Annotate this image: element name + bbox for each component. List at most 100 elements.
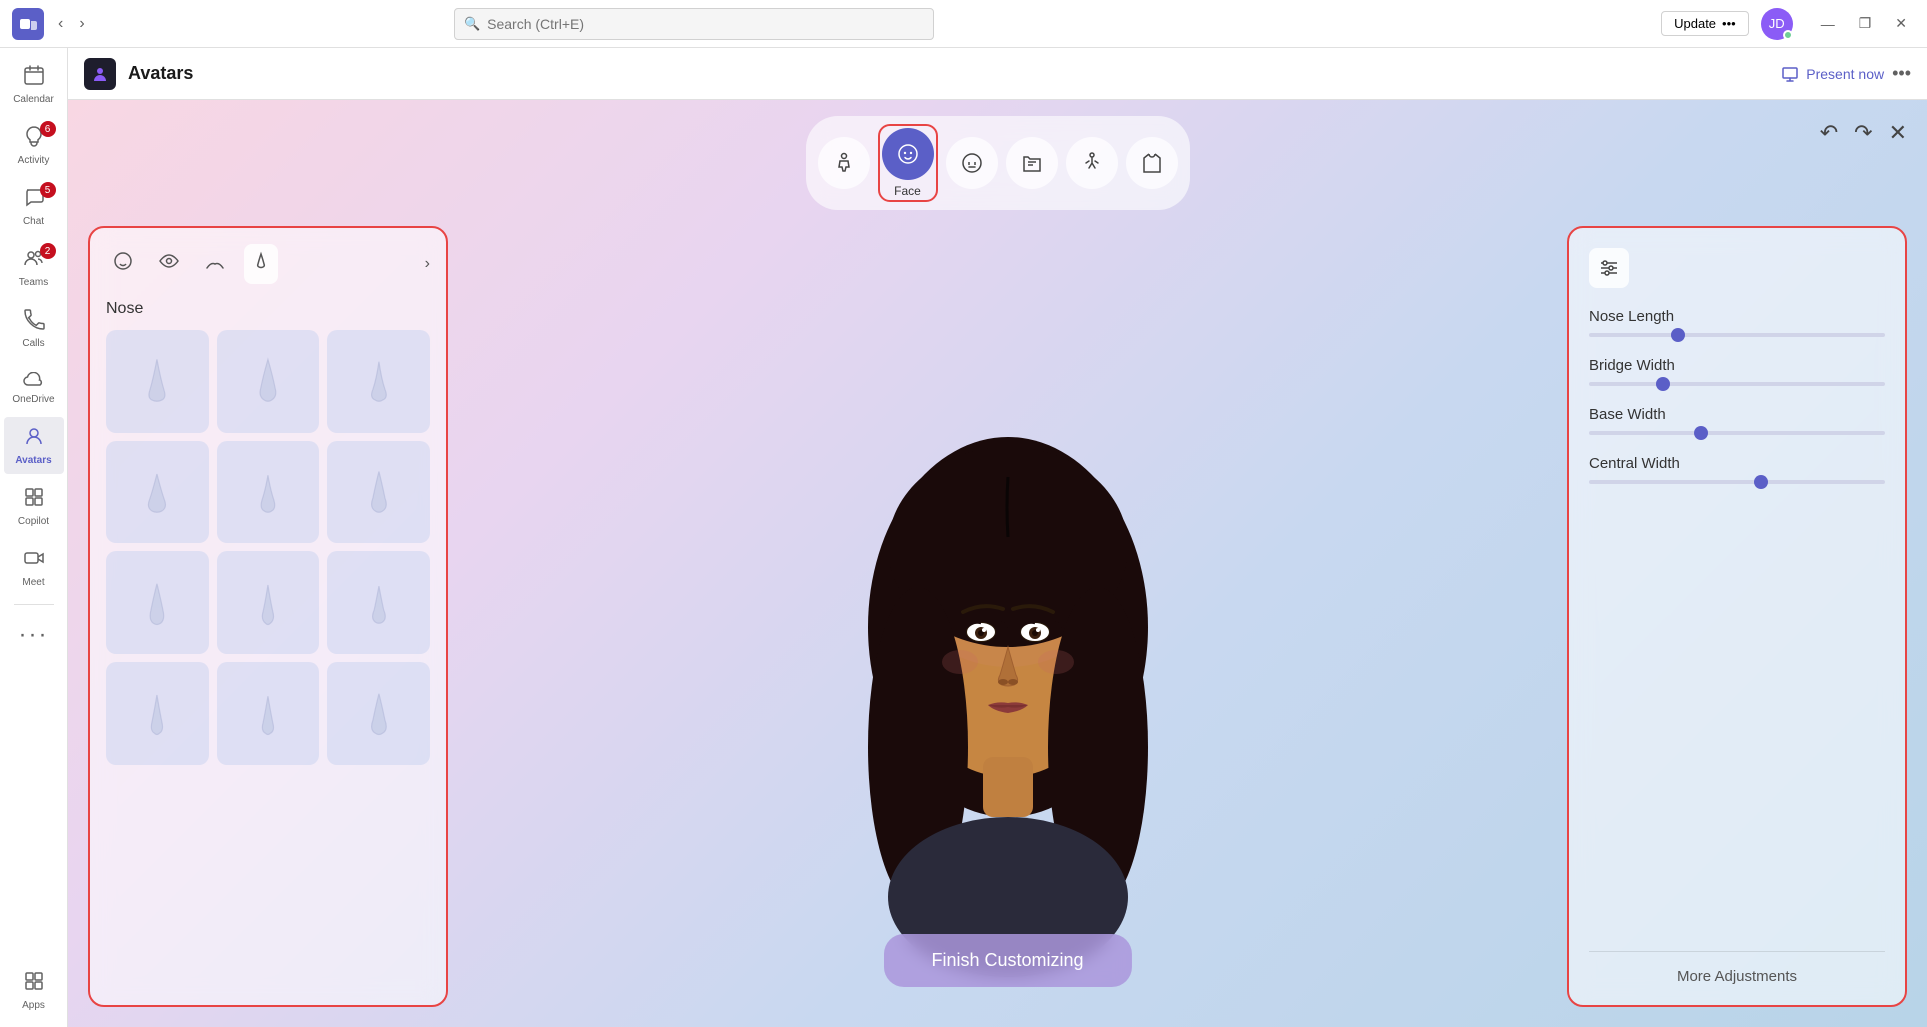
minimize-button[interactable]: — [1813,11,1843,36]
central-width-track[interactable] [1589,480,1885,484]
back-button[interactable]: ‹ [52,11,69,37]
maximize-button[interactable]: ❐ [1851,11,1880,36]
user-avatar: JD [1761,8,1793,40]
tab-eyebrows[interactable] [198,247,232,282]
sidebar-item-calendar[interactable]: Calendar [4,56,64,113]
avatar-editor: Face [68,100,1927,1027]
apps-label: Apps [22,1000,45,1011]
nose-option-2[interactable] [217,330,320,433]
meet-icon [23,547,45,575]
sidebar-item-activity[interactable]: 6 Activity [4,117,64,174]
sidebar-item-teams[interactable]: 2 Teams [4,239,64,296]
nose-option-11[interactable] [217,662,320,765]
sidebar-divider [14,604,54,605]
category-face-button[interactable] [882,128,934,180]
base-width-section: Base Width [1589,406,1885,435]
app-body: Calendar 6 Activity 5 Chat 2 [0,48,1927,1027]
nose-option-9[interactable] [327,551,430,654]
more-adjustments-button[interactable]: More Adjustments [1589,951,1885,985]
search-icon: 🔍 [464,16,480,32]
tab-face-shape[interactable] [106,244,140,284]
nose-length-track[interactable] [1589,333,1885,337]
sidebar-item-avatars[interactable]: Avatars [4,417,64,474]
nose-option-3[interactable] [327,330,430,433]
base-width-label: Base Width [1589,406,1885,423]
nose-option-1[interactable] [106,330,209,433]
nose-option-8[interactable] [217,551,320,654]
nav-arrows: ‹ › [52,11,91,37]
bridge-width-thumb[interactable] [1656,377,1670,391]
central-width-section: Central Width [1589,455,1885,484]
bridge-width-label: Bridge Width [1589,357,1885,374]
nose-option-6[interactable] [327,441,430,544]
nose-length-label: Nose Length [1589,308,1885,325]
undo-button[interactable]: ↶ [1820,120,1838,146]
sidebar-item-chat[interactable]: 5 Chat [4,178,64,235]
chat-label: Chat [23,216,44,227]
activity-badge: 6 [40,121,56,137]
category-pose-button[interactable] [1066,137,1118,189]
header-more-button[interactable]: ••• [1892,63,1911,84]
present-now-button[interactable]: Present now [1782,66,1884,82]
base-width-track[interactable] [1589,431,1885,435]
apps-icon [23,970,45,998]
present-now-label: Present now [1806,66,1884,82]
finish-customizing-button[interactable]: Finish Customizing [883,934,1131,987]
center-area: Finish Customizing [464,226,1551,1007]
sidebar-item-calls[interactable]: Calls [4,300,64,357]
tab-nose[interactable] [244,244,278,284]
editor-close-button[interactable]: ✕ [1889,120,1907,146]
app-header-title: Avatars [128,63,193,84]
category-container: Face [806,116,1190,210]
more-icon: ··· [19,621,49,649]
nose-option-4[interactable] [106,441,209,544]
category-body-button[interactable] [818,137,870,189]
central-width-label: Central Width [1589,455,1885,472]
sidebar-item-copilot[interactable]: Copilot [4,478,64,535]
face-category-active-wrap: Face [878,124,938,202]
chat-badge: 5 [40,182,56,198]
sidebar-item-more[interactable]: ··· [4,613,64,657]
copilot-icon [23,486,45,514]
bridge-width-track[interactable] [1589,382,1885,386]
finish-customizing-label: Finish Customizing [931,950,1083,970]
teams-logo-icon [12,8,44,40]
meet-label: Meet [22,577,44,588]
nose-option-5[interactable] [217,441,320,544]
update-dots: ••• [1722,16,1736,31]
close-button[interactable]: ✕ [1887,11,1915,36]
sidebar-item-apps[interactable]: Apps [4,962,64,1019]
nose-grid [106,330,430,765]
category-outfit-button[interactable] [1126,137,1178,189]
category-style-button[interactable] [1006,137,1058,189]
category-expression-button[interactable] [946,137,998,189]
calls-label: Calls [22,338,44,349]
search-bar: 🔍 [454,8,934,40]
online-indicator [1783,30,1793,40]
teams-label: Teams [19,277,48,288]
category-bar: Face [68,100,1927,226]
avatars-icon [23,425,45,453]
redo-button[interactable]: ↷ [1854,120,1872,146]
nose-option-12[interactable] [327,662,430,765]
forward-button[interactable]: › [73,11,90,37]
update-label: Update [1674,16,1716,31]
tab-next[interactable]: › [425,255,430,273]
adjustment-filter-button[interactable] [1589,248,1629,288]
nose-option-10[interactable] [106,662,209,765]
tab-eyes[interactable] [152,244,186,284]
nose-length-thumb[interactable] [1671,328,1685,342]
calendar-label: Calendar [13,94,54,105]
central-width-thumb[interactable] [1754,475,1768,489]
sidebar-item-meet[interactable]: Meet [4,539,64,596]
base-width-thumb[interactable] [1694,426,1708,440]
app-header-icon [84,58,116,90]
face-tabs: › [106,244,430,284]
search-input[interactable] [454,8,934,40]
update-button[interactable]: Update ••• [1661,11,1749,36]
header-more-icon: ••• [1892,63,1911,83]
nose-option-7[interactable] [106,551,209,654]
bridge-width-section: Bridge Width [1589,357,1885,386]
sidebar-item-onedrive[interactable]: OneDrive [4,361,64,413]
left-panel: › Nose [88,226,448,1007]
